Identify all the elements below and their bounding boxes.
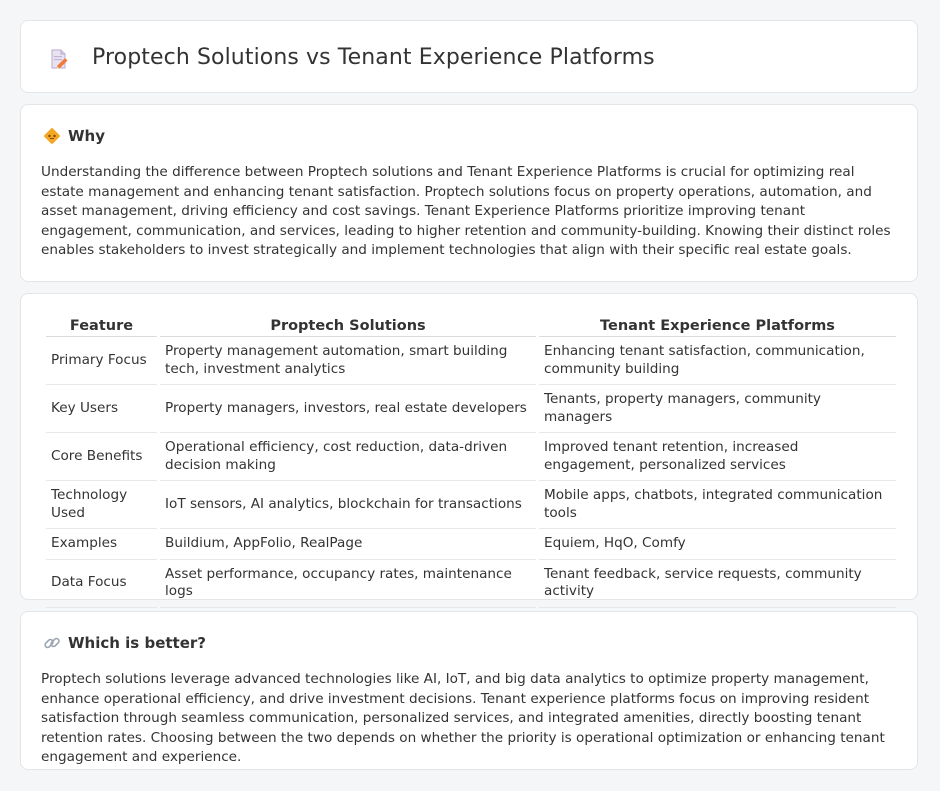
feature-cell: Technology Used bbox=[46, 481, 157, 529]
better-text: Proptech solutions leverage advanced tec… bbox=[41, 671, 885, 765]
better-heading: Which is better? bbox=[68, 634, 206, 652]
proptech-cell: Asset performance, occupancy rates, main… bbox=[160, 560, 536, 608]
feature-cell: Examples bbox=[46, 529, 157, 560]
table-row: Examples Buildium, AppFolio, RealPage Eq… bbox=[46, 529, 896, 560]
feature-cell: Core Benefits bbox=[46, 433, 157, 481]
table-row: Key Users Property managers, investors, … bbox=[46, 385, 896, 433]
tenant-cell: Enhancing tenant satisfaction, communica… bbox=[539, 337, 896, 385]
page-title: Proptech Solutions vs Tenant Experience … bbox=[92, 45, 655, 70]
feature-cell: Key Users bbox=[46, 385, 157, 433]
header-proptech: Proptech Solutions bbox=[160, 316, 536, 337]
table-row: Technology Used IoT sensors, AI analytic… bbox=[46, 481, 896, 529]
why-heading: Why bbox=[68, 127, 106, 145]
document-pencil-icon bbox=[51, 49, 68, 69]
diamond-sign-icon bbox=[44, 128, 60, 144]
proptech-cell: IoT sensors, AI analytics, blockchain fo… bbox=[160, 481, 536, 529]
table-row: Data Focus Asset performance, occupancy … bbox=[46, 560, 896, 608]
tenant-cell: Mobile apps, chatbots, integrated commun… bbox=[539, 481, 896, 529]
proptech-cell: Property management automation, smart bu… bbox=[160, 337, 536, 385]
why-section: Why Understanding the difference between… bbox=[20, 104, 918, 282]
link-icon bbox=[44, 637, 60, 649]
comparison-table: Feature Proptech Solutions Tenant Experi… bbox=[43, 316, 899, 608]
comparison-card: Feature Proptech Solutions Tenant Experi… bbox=[20, 293, 918, 608]
title-card: Proptech Solutions vs Tenant Experience … bbox=[20, 20, 918, 93]
proptech-cell: Operational efficiency, cost reduction, … bbox=[160, 433, 536, 481]
proptech-cell: Buildium, AppFolio, RealPage bbox=[160, 529, 536, 560]
table-row: Core Benefits Operational efficiency, co… bbox=[46, 433, 896, 481]
better-heading-row: Which is better? bbox=[43, 634, 206, 652]
which-is-better-section: Which is better? Proptech solutions leve… bbox=[20, 611, 918, 770]
tenant-cell: Tenant feedback, service requests, commu… bbox=[539, 560, 896, 608]
tenant-cell: Tenants, property managers, community ma… bbox=[539, 385, 896, 433]
table-header-row: Feature Proptech Solutions Tenant Experi… bbox=[46, 316, 896, 337]
tenant-cell: Improved tenant retention, increased eng… bbox=[539, 433, 896, 481]
proptech-cell: Property managers, investors, real estat… bbox=[160, 385, 536, 433]
table-row: Primary Focus Property management automa… bbox=[46, 337, 896, 385]
why-heading-row: Why bbox=[43, 127, 105, 145]
feature-cell: Primary Focus bbox=[46, 337, 157, 385]
header-tenant-experience: Tenant Experience Platforms bbox=[539, 316, 896, 337]
feature-cell: Data Focus bbox=[46, 560, 157, 608]
why-text: Understanding the difference between Pro… bbox=[41, 164, 891, 258]
tenant-cell: Equiem, HqO, Comfy bbox=[539, 529, 896, 560]
header-feature: Feature bbox=[46, 316, 157, 337]
